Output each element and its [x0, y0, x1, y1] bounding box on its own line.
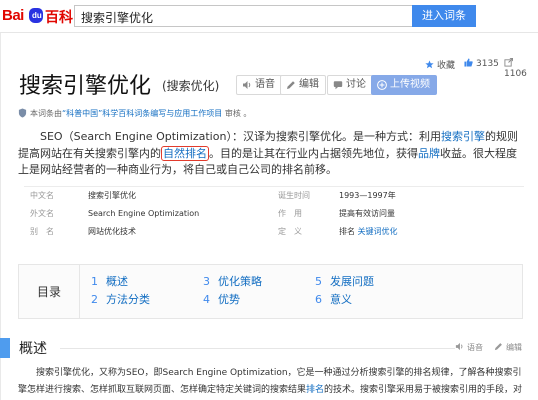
section-marker [0, 338, 10, 358]
table-of-contents: 目录 1 概述 2 方法分类 3 优化策略 4 优势 5 发展问题 6 意义 [18, 264, 523, 319]
page-subtitle: (搜索优化) [162, 79, 220, 93]
toc-item-overview[interactable]: 1 概述 [91, 273, 128, 289]
link-brand[interactable]: 品牌 [418, 147, 440, 160]
edit-button[interactable]: 编辑 [280, 75, 326, 95]
toc-item-development[interactable]: 5 发展问题 [315, 273, 374, 289]
chat-icon [333, 81, 343, 90]
search-input[interactable]: 搜索引擎优化 [74, 5, 412, 27]
page-title: 搜索引擎优化 [19, 74, 152, 99]
link-website-optimization[interactable]: 网站优化技术 [88, 223, 136, 241]
lemma-summary: SEO（Search Engine Optimization）：汉译为搜索引擎优… [18, 129, 523, 179]
info-row: 别 名 网站优化技术 定 义 排名 关键词优化 [24, 223, 524, 241]
info-key: 定 义 [278, 227, 302, 236]
discuss-button[interactable]: 讨论 [327, 75, 373, 95]
review-note: 本词条由“科普中国”科学百科词条编写与应用工作项目 审核 。 [18, 108, 251, 119]
link-natural-ranking[interactable]: 自然排名 [161, 145, 209, 161]
pencil-icon [287, 81, 295, 89]
section-divider [60, 348, 455, 349]
basic-info-table: 中文名 搜索引擎优化 诞生时间 1993—1997年 外文名 Search En… [24, 186, 524, 241]
star-icon [425, 60, 434, 69]
info-value: 提高有效访问量 [339, 209, 395, 218]
favorite-button[interactable]: 收藏 [425, 58, 455, 71]
voice-button[interactable]: 语音 [236, 75, 282, 95]
info-key: 诞生时间 [278, 191, 310, 200]
speaker-icon [243, 81, 251, 89]
info-key: 外文名 [30, 209, 54, 218]
plus-circle-icon [377, 80, 387, 90]
speaker-icon [455, 342, 463, 351]
info-key: 作 用 [278, 209, 302, 218]
link-search-engine[interactable]: 搜索引擎 [441, 130, 485, 143]
info-key: 别 名 [30, 227, 54, 236]
pencil-icon [494, 343, 502, 351]
section-edit-button[interactable]: 编辑 [494, 342, 522, 353]
enter-entry-button[interactable]: 进入词条 [412, 5, 476, 27]
baidu-baike-logo[interactable]: Bai du 百科 [2, 6, 74, 28]
logo-baike-text: 百科 [45, 10, 73, 26]
logo-text: Bai [2, 7, 24, 24]
toc-item-significance[interactable]: 6 意义 [315, 291, 352, 307]
thumbs-up-icon [464, 58, 473, 67]
toc-item-strategy[interactable]: 3 优化策略 [203, 273, 262, 289]
link-keyword-optimization[interactable]: 关键词优化 [358, 227, 398, 236]
top-search-bar: Bai du 百科 搜索引擎优化 进入词条 [0, 0, 538, 33]
info-value: 搜索引擎优化 [88, 191, 136, 200]
summary-paragraph: SEO（Search Engine Optimization）：汉译为搜索引擎优… [18, 130, 518, 176]
share-icon [504, 58, 513, 67]
info-row: 中文名 搜索引擎优化 诞生时间 1993—1997年 [24, 187, 524, 205]
toc-item-advantages[interactable]: 4 优势 [203, 291, 240, 307]
section-voice-button[interactable]: 语音 [455, 342, 483, 353]
paw-icon: du [29, 8, 43, 23]
toc-title: 目录 [37, 285, 62, 299]
upload-video-button[interactable]: 上传视频 [371, 75, 437, 95]
info-row: 外文名 Search Engine Optimization 作 用 提高有效访… [24, 205, 524, 223]
info-value: 1993—1997年 [339, 191, 396, 200]
info-value: 排名 关键词优化 [339, 227, 398, 236]
toc-divider [79, 265, 80, 318]
shield-icon [18, 108, 27, 118]
section-title: 概述 [19, 341, 47, 357]
review-project-link[interactable]: “科普中国”科学百科词条编写与应用工作项目 [62, 109, 222, 118]
share-button[interactable]: 1106 [504, 58, 538, 79]
like-button[interactable]: 3135 [464, 58, 499, 69]
info-key: 中文名 [30, 191, 54, 200]
section-header: 概述 语音 编辑 [0, 337, 538, 359]
link-ranking[interactable]: 排名 [306, 385, 324, 395]
section-body: 搜索引擎优化，又称为SEO，即Search Engine Optimizatio… [18, 365, 523, 400]
section-paragraph: 搜索引擎优化，又称为SEO，即Search Engine Optimizatio… [18, 368, 523, 395]
toc-item-methods[interactable]: 2 方法分类 [91, 291, 150, 307]
info-value: Search Engine Optimization [88, 209, 200, 218]
